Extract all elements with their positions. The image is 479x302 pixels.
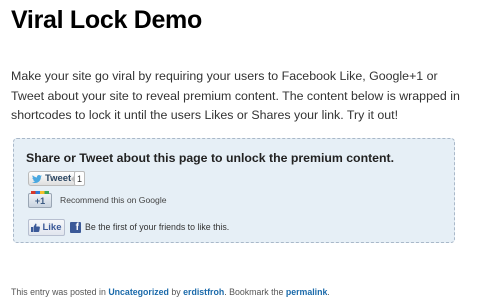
- lock-heading: Share or Tweet about this page to unlock…: [26, 151, 395, 165]
- like-label: Like: [42, 222, 62, 233]
- footer-suffix: .: [327, 287, 330, 297]
- intro-text: Make your site go viral by requiring you…: [11, 69, 460, 122]
- footer-mid: . Bookmark the: [224, 287, 284, 297]
- tweet-label: Tweet: [45, 173, 72, 184]
- facebook-friends-text: Be the first of your friends to like thi…: [85, 222, 230, 232]
- google-plus-one-button[interactable]: +1: [28, 191, 52, 208]
- footer-by: by: [171, 287, 181, 297]
- footer-prefix: This entry was posted in: [11, 287, 106, 297]
- author-link[interactable]: erdistfroh: [183, 287, 224, 297]
- premium-lock-box: Share or Tweet about this page to unlock…: [13, 138, 455, 243]
- tweet-button[interactable]: Tweet: [28, 171, 78, 186]
- post-meta-footer: This entry was posted in Uncategorized b…: [11, 287, 330, 297]
- facebook-like-button[interactable]: Like: [28, 219, 65, 236]
- thumbs-up-icon: [31, 223, 41, 232]
- twitter-bird-icon: [32, 174, 42, 183]
- google-recommend-text: Recommend this on Google: [60, 195, 167, 205]
- permalink-link[interactable]: permalink: [286, 287, 328, 297]
- tweet-count-badge: 1: [70, 171, 86, 186]
- facebook-icon: f: [70, 222, 81, 233]
- page-title: Viral Lock Demo: [11, 6, 202, 34]
- category-link[interactable]: Uncategorized: [108, 287, 169, 297]
